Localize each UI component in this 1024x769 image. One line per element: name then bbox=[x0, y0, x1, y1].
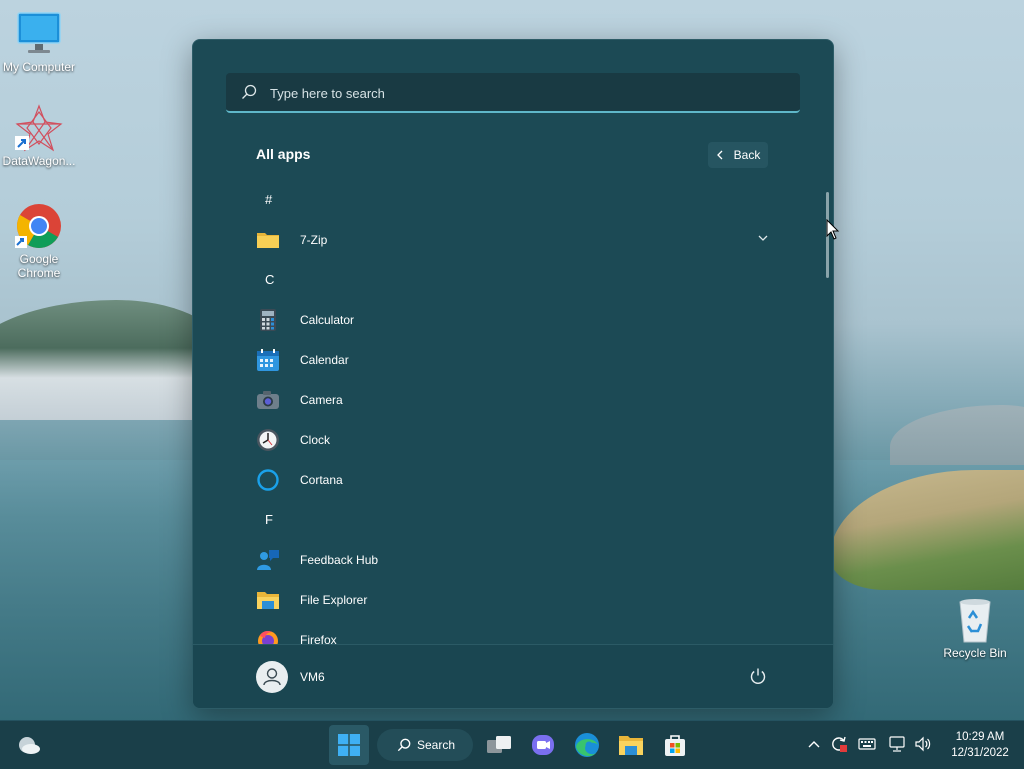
teams-chat-button[interactable] bbox=[523, 725, 563, 765]
app-item-file-explorer[interactable]: File Explorer bbox=[193, 580, 823, 620]
windows-logo-icon bbox=[338, 734, 360, 756]
mouse-cursor-icon bbox=[826, 219, 840, 240]
microsoft-store-icon bbox=[665, 735, 685, 756]
weather-widget-button[interactable] bbox=[9, 725, 49, 765]
teams-chat-icon bbox=[532, 735, 554, 755]
sync-error-icon[interactable] bbox=[830, 735, 848, 753]
desktop-icon-label: DataWagon... bbox=[2, 154, 76, 168]
file-explorer-icon bbox=[619, 736, 643, 755]
back-button-label: Back bbox=[733, 148, 761, 162]
desktop-icon-recycle-bin[interactable]: Recycle Bin bbox=[937, 596, 1013, 660]
app-label: Cortana bbox=[300, 473, 343, 487]
user-name[interactable]: VM6 bbox=[300, 670, 325, 684]
app-label: Feedback Hub bbox=[300, 553, 379, 567]
chevron-down-icon[interactable] bbox=[757, 232, 769, 244]
app-label: Calculator bbox=[300, 313, 355, 327]
all-apps-list: # 7-Zip C Calculator Calendar Camera Clo… bbox=[193, 180, 823, 644]
back-button[interactable]: Back bbox=[708, 142, 768, 168]
datawagon-logo-icon bbox=[15, 104, 63, 152]
app-item-clock[interactable]: Clock bbox=[193, 420, 823, 460]
edge-taskbar-button[interactable] bbox=[567, 725, 607, 765]
app-item-firefox[interactable]: Firefox bbox=[193, 620, 823, 644]
app-item-cortana[interactable]: Cortana bbox=[193, 460, 823, 500]
app-item-7zip[interactable]: 7-Zip bbox=[193, 220, 823, 260]
taskbar-clock[interactable]: 10:29 AM 12/31/2022 bbox=[944, 729, 1016, 761]
file-explorer-icon bbox=[257, 592, 279, 609]
app-item-calculator[interactable]: Calculator bbox=[193, 300, 823, 340]
start-search-box[interactable] bbox=[226, 73, 800, 113]
user-avatar[interactable] bbox=[256, 661, 288, 693]
app-item-feedback-hub[interactable]: Feedback Hub bbox=[193, 540, 823, 580]
app-label: Clock bbox=[300, 433, 331, 447]
firefox-icon bbox=[258, 631, 278, 644]
keyboard-icon[interactable] bbox=[858, 735, 876, 753]
wallpaper-hill-right bbox=[890, 405, 1024, 465]
wallpaper-hill-left bbox=[0, 300, 220, 420]
app-item-calendar[interactable]: Calendar bbox=[193, 340, 823, 380]
app-label: Calendar bbox=[300, 353, 349, 367]
app-item-camera[interactable]: Camera bbox=[193, 380, 823, 420]
cortana-icon bbox=[257, 469, 279, 491]
calculator-icon bbox=[260, 309, 276, 331]
section-header-c[interactable]: C bbox=[193, 260, 823, 300]
desktop-icon-label: Recycle Bin bbox=[943, 646, 1007, 660]
section-letter: C bbox=[265, 272, 275, 287]
app-label: 7-Zip bbox=[300, 233, 328, 247]
user-icon bbox=[263, 668, 281, 686]
app-label: Firefox bbox=[300, 633, 337, 644]
camera-icon bbox=[257, 391, 279, 409]
network-icon[interactable] bbox=[889, 735, 907, 753]
recycle-bin-icon bbox=[951, 596, 999, 644]
folder-icon bbox=[257, 233, 279, 248]
chevron-up-icon[interactable] bbox=[807, 739, 821, 749]
all-apps-heading: All apps bbox=[256, 146, 311, 162]
desktop-icon-google-chrome[interactable]: Google Chrome bbox=[1, 202, 77, 280]
section-header-f[interactable]: F bbox=[193, 500, 823, 540]
task-view-icon bbox=[487, 736, 511, 753]
section-letter: # bbox=[265, 192, 273, 207]
search-input[interactable] bbox=[268, 81, 772, 105]
desktop-icon-datawagon[interactable]: DataWagon... bbox=[1, 104, 77, 168]
section-header-hash[interactable]: # bbox=[193, 180, 823, 220]
start-menu-footer: VM6 bbox=[193, 644, 833, 708]
calendar-icon bbox=[257, 349, 279, 371]
taskbar-search-button[interactable]: Search bbox=[377, 729, 473, 761]
task-view-button[interactable] bbox=[479, 725, 519, 765]
search-icon bbox=[397, 738, 411, 752]
desktop-icon-my-computer[interactable]: My Computer bbox=[1, 10, 77, 74]
app-label: Camera bbox=[300, 393, 343, 407]
app-label: File Explorer bbox=[300, 593, 368, 607]
edge-icon bbox=[575, 733, 599, 757]
file-explorer-taskbar-button[interactable] bbox=[611, 725, 651, 765]
chevron-left-icon bbox=[716, 150, 723, 160]
start-button[interactable] bbox=[329, 725, 369, 765]
section-letter: F bbox=[265, 512, 273, 527]
power-icon[interactable] bbox=[749, 667, 767, 685]
clock-icon bbox=[257, 429, 279, 451]
start-menu: All apps Back # 7-Zip C bbox=[192, 39, 834, 709]
volume-icon[interactable] bbox=[914, 735, 932, 753]
search-icon bbox=[242, 84, 257, 99]
weather-icon bbox=[19, 737, 40, 754]
taskbar: Search 10:29 AM 12/31/2022 bbox=[0, 720, 1024, 769]
taskbar-search-label: Search bbox=[417, 738, 456, 752]
desktop-icon-label: My Computer bbox=[2, 60, 76, 74]
desktop-icon-label: Google Chrome bbox=[17, 252, 61, 280]
monitor-icon bbox=[15, 10, 63, 58]
clock-date: 12/31/2022 bbox=[951, 747, 1009, 759]
clock-time: 10:29 AM bbox=[955, 731, 1005, 743]
store-taskbar-button[interactable] bbox=[655, 725, 695, 765]
chrome-icon bbox=[15, 202, 63, 250]
feedback-hub-icon bbox=[257, 550, 279, 570]
